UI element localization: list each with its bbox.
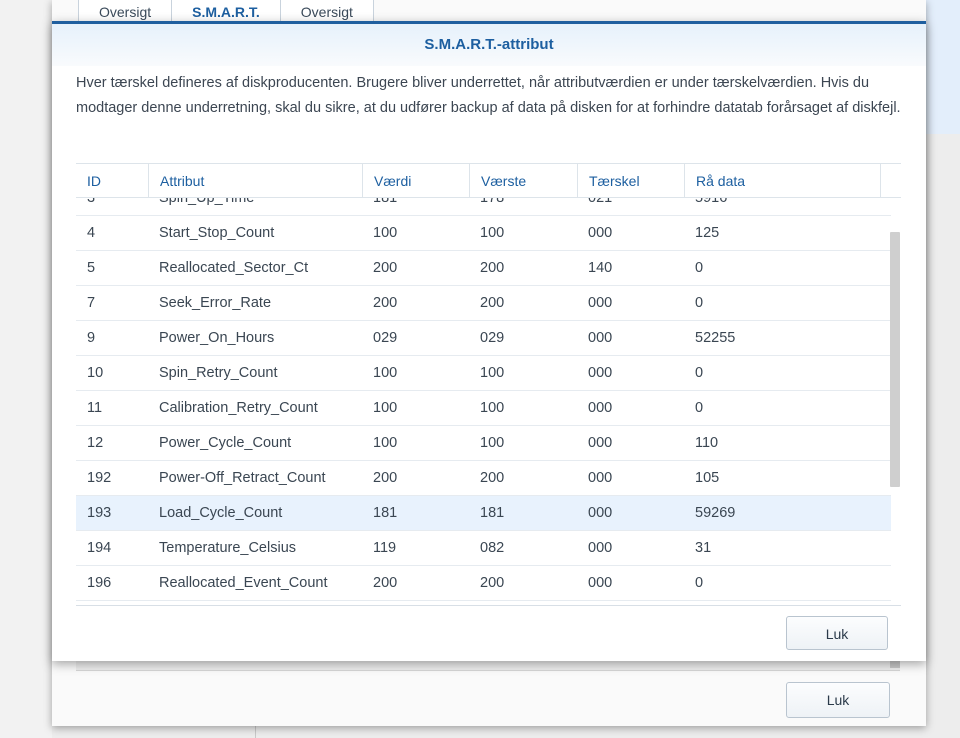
cell-value: 200 (373, 575, 398, 591)
cell-raw-data: 110 (695, 435, 719, 451)
cell-raw-data: 105 (695, 470, 720, 486)
dialog-title: S.M.A.R.T.-attribut (52, 24, 926, 66)
cell-threshold: 000 (588, 330, 613, 346)
column-header-id[interactable]: ID (76, 164, 148, 197)
background-left (0, 0, 52, 738)
cell-id: 196 (87, 575, 112, 591)
table-row[interactable]: 12 Power_Cycle_Count 100 100 000 110 (76, 426, 891, 461)
cell-attribute: Load_Cycle_Count (159, 505, 283, 521)
cell-id: 10 (87, 365, 104, 381)
cell-threshold: 000 (588, 295, 613, 311)
cell-worst: 200 (480, 295, 505, 311)
cell-attribute: Calibration_Retry_Count (159, 400, 318, 416)
cell-worst: 181 (480, 505, 505, 521)
cell-threshold: 140 (588, 260, 613, 276)
close-button[interactable]: Luk (786, 616, 888, 650)
table-row[interactable]: 5 Reallocated_Sector_Ct 200 200 140 0 (76, 251, 891, 286)
cell-attribute: Power-Off_Retract_Count (159, 470, 326, 486)
column-header-value[interactable]: Værdi (362, 164, 469, 197)
table-scrollbar[interactable] (890, 232, 900, 487)
table-row[interactable]: 10 Spin_Retry_Count 100 100 000 0 (76, 356, 891, 391)
cell-attribute: Power_On_Hours (159, 330, 275, 346)
cell-worst: 100 (480, 365, 505, 381)
cell-raw-data: 125 (695, 225, 720, 241)
table-row[interactable]: 193 Load_Cycle_Count 181 181 000 59269 (76, 496, 891, 531)
cell-raw-data: 0 (695, 365, 704, 381)
cell-attribute: Start_Stop_Count (159, 225, 275, 241)
column-header-worst[interactable]: Værste (469, 164, 577, 197)
cell-value: 200 (373, 260, 398, 276)
table-row[interactable]: 194 Temperature_Celsius 119 082 000 31 (76, 531, 891, 566)
column-header-spacer (880, 164, 901, 197)
cell-id: 194 (87, 540, 112, 556)
cell-value: 029 (373, 330, 398, 346)
cell-worst: 100 (480, 435, 505, 451)
smart-attribute-table: 3 Spin_Up_Time 181 178 021 5916 4 Start_Stop_Co… (76, 163, 901, 606)
cell-threshold: 000 (588, 505, 613, 521)
cell-attribute: Reallocated_Event_Count (159, 575, 328, 591)
cell-attribute: Reallocated_Sector_Ct (159, 260, 309, 276)
smart-attribute-dialog: S.M.A.R.T.-attribut Hver tærskel definer… (52, 21, 926, 661)
cell-attribute: Temperature_Celsius (159, 540, 297, 556)
cell-attribute: Spin_Retry_Count (159, 365, 278, 381)
cell-threshold: 000 (588, 470, 613, 486)
tab-oversigt[interactable]: Oversigt (78, 0, 173, 23)
column-header-attribute[interactable]: Attribut (148, 164, 362, 197)
cell-raw-data: 31 (695, 540, 712, 556)
cell-value: 200 (373, 470, 398, 486)
back-close-button[interactable]: Luk (786, 682, 890, 718)
cell-value: 100 (373, 400, 398, 416)
cell-value: 119 (373, 540, 397, 556)
cell-threshold: 000 (588, 225, 613, 241)
dialog-description: Hver tærskel defineres af diskproducente… (76, 75, 901, 116)
cell-value: 200 (373, 295, 398, 311)
background-divider (255, 726, 256, 738)
table-header: ID Attribut Værdi Værste Tærskel Rå data (76, 164, 901, 198)
cell-raw-data: 0 (695, 575, 704, 591)
column-header-threshold[interactable]: Tærskel (577, 164, 684, 197)
cell-threshold: 000 (588, 365, 613, 381)
cell-worst: 082 (480, 540, 505, 556)
cell-id: 7 (87, 295, 96, 311)
table-row[interactable]: 11 Calibration_Retry_Count 100 100 000 0 (76, 391, 891, 426)
cell-threshold: 000 (588, 435, 613, 451)
cell-raw-data: 52255 (695, 330, 736, 346)
cell-raw-data: 0 (695, 295, 704, 311)
cell-value: 100 (373, 225, 398, 241)
cell-raw-data: 59269 (695, 505, 736, 521)
cell-id: 11 (87, 400, 103, 416)
cell-worst: 029 (480, 330, 505, 346)
table-row[interactable]: 4 Start_Stop_Count 100 100 000 125 (76, 216, 891, 251)
table-row[interactable]: 196 Reallocated_Event_Count 200 200 000 0 (76, 566, 891, 601)
cell-worst: 200 (480, 575, 505, 591)
table-row[interactable]: 7 Seek_Error_Rate 200 200 000 0 (76, 286, 891, 321)
cell-threshold: 000 (588, 400, 613, 416)
cell-value: 181 (373, 505, 398, 521)
cell-id: 193 (87, 505, 112, 521)
cell-worst: 100 (480, 400, 505, 416)
cell-threshold: 000 (588, 575, 613, 591)
cell-raw-data: 0 (695, 260, 704, 276)
cell-raw-data: 0 (695, 400, 704, 416)
cell-worst: 200 (480, 470, 505, 486)
background-panel (926, 0, 960, 134)
column-header-raw-data[interactable]: Rå data (684, 164, 880, 197)
tab-oversigt-2[interactable]: Oversigt (279, 0, 374, 23)
table-row[interactable]: 9 Power_On_Hours 029 029 000 52255 (76, 321, 891, 356)
cell-id: 192 (87, 470, 112, 486)
cell-id: 4 (87, 225, 96, 241)
cell-value: 100 (373, 365, 398, 381)
cell-worst: 200 (480, 260, 505, 276)
cell-threshold: 000 (588, 540, 613, 556)
cell-id: 12 (87, 435, 104, 451)
cell-id: 5 (87, 260, 96, 276)
cell-worst: 100 (480, 225, 505, 241)
cell-attribute: Seek_Error_Rate (159, 295, 272, 311)
cell-id: 9 (87, 330, 96, 346)
table-row[interactable]: 192 Power-Off_Retract_Count 200 200 000 105 (76, 461, 891, 496)
back-tab-bar: Oversigt S.M.A.R.T. Oversigt (78, 0, 374, 23)
cell-value: 100 (373, 435, 398, 451)
cell-attribute: Power_Cycle_Count (159, 435, 292, 451)
tab-smart[interactable]: S.M.A.R.T. (171, 0, 281, 23)
